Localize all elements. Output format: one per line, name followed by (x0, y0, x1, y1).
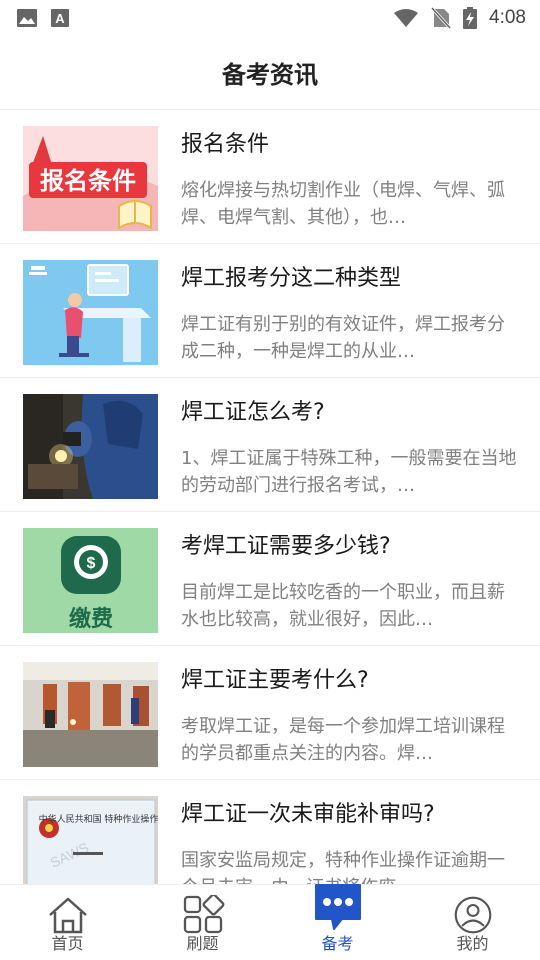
article-thumbnail (23, 260, 158, 365)
thumbnail-text: 缴费 (69, 606, 113, 632)
list-item[interactable]: 焊工报考分这二种类型 焊工证有别于别的有效证件，焊工报考分成二种，一种是焊工的从… (0, 244, 540, 378)
tab-home[interactable]: 首页 (0, 885, 135, 960)
battery-charging-icon (463, 7, 478, 29)
article-title: 焊工证怎么考? (181, 400, 325, 425)
article-summary: 国家安监局规定，特种作业操作证逾期一个月未审，由...证书将作废 (181, 850, 505, 884)
article-title: 焊工证一次未审能补审吗? (181, 802, 435, 827)
article-summary: 熔化焊接与热切割作业（电焊、气焊、弧焊、电焊气割、其他），也… (181, 180, 505, 228)
article-summary: 目前焊工是比较吃香的一个职业，而且薪水也比较高，就业很好，因此… (181, 582, 505, 630)
svg-text:$: $ (87, 555, 96, 572)
list-item[interactable]: 报名条件 报名条件 熔化焊接与热切割作业（电焊、气焊、弧焊、电焊气割、其他），也… (0, 110, 540, 244)
tab-profile[interactable]: 我的 (405, 885, 540, 960)
user-icon (454, 896, 491, 934)
article-thumbnail: 报名条件 (23, 126, 158, 231)
thumbnail-text: 报名条件 (40, 167, 136, 195)
grid-icon (183, 895, 224, 934)
no-sim-icon (431, 7, 452, 29)
status-bar: A 4:08 (0, 0, 540, 36)
page-title: 备考资讯 (222, 61, 318, 89)
article-title: 焊工报考分这二种类型 (181, 266, 402, 291)
svg-text:A: A (55, 11, 65, 26)
list-item[interactable]: 焊工证怎么考? 1、焊工证属于特殊工种，一般需要在当地的劳动部门进行报名考试，… (0, 378, 540, 512)
list-item[interactable]: $ 缴费 考焊工证需要多少钱? 目前焊工是比较吃香的一个职业，而且薪水也比较高，… (0, 512, 540, 646)
bottom-tab-bar: 首页 刷题 备考 我的 (0, 884, 540, 960)
image-icon (17, 9, 37, 27)
list-item[interactable]: 焊工证主要考什么? 考取焊工证，是每一个参加焊工培训课程的学员都重点关注的内容。… (0, 646, 540, 780)
article-thumbnail: $ 缴费 (23, 528, 158, 633)
article-title: 考焊工证需要多少钱? (181, 534, 391, 559)
home-icon (48, 897, 87, 934)
wifi-icon (394, 9, 419, 27)
thumbnail-text: 中华人民共和国 特种作业操作证 (39, 813, 158, 825)
tab-practice[interactable]: 刷题 (135, 885, 270, 960)
a-keyboard-icon: A (51, 9, 69, 27)
article-summary: 1、焊工证属于特殊工种，一般需要在当地的劳动部门进行报名考试，… (181, 448, 517, 496)
status-left: A (16, 8, 70, 28)
article-summary: 考取焊工证，是每一个参加焊工培训课程的学员都重点关注的内容。焊… (181, 716, 505, 764)
article-list[interactable]: 报名条件 报名条件 熔化焊接与热切割作业（电焊、气焊、弧焊、电焊气割、其他），也… (0, 110, 540, 884)
title-bar: 备考资讯 (0, 36, 540, 110)
article-title: 焊工证主要考什么? (181, 668, 369, 693)
list-item[interactable]: 中华人民共和国 特种作业操作证 SAWS 焊工证一次未审能补审吗? 国家安监局规… (0, 780, 540, 884)
status-time: 4:08 (489, 7, 526, 28)
chat-bubble-icon (314, 884, 361, 930)
article-summary: 焊工证有别于别的有效证件，焊工报考分成二种，一种是焊工的从业… (181, 314, 505, 362)
article-title: 报名条件 (181, 132, 270, 157)
status-right: 4:08 (393, 7, 526, 29)
tab-label: 备考 (321, 934, 354, 953)
tab-exam-prep[interactable]: 备考 (270, 884, 405, 960)
article-thumbnail (23, 662, 158, 767)
article-thumbnail: 中华人民共和国 特种作业操作证 SAWS (23, 796, 158, 884)
article-thumbnail (23, 394, 158, 499)
